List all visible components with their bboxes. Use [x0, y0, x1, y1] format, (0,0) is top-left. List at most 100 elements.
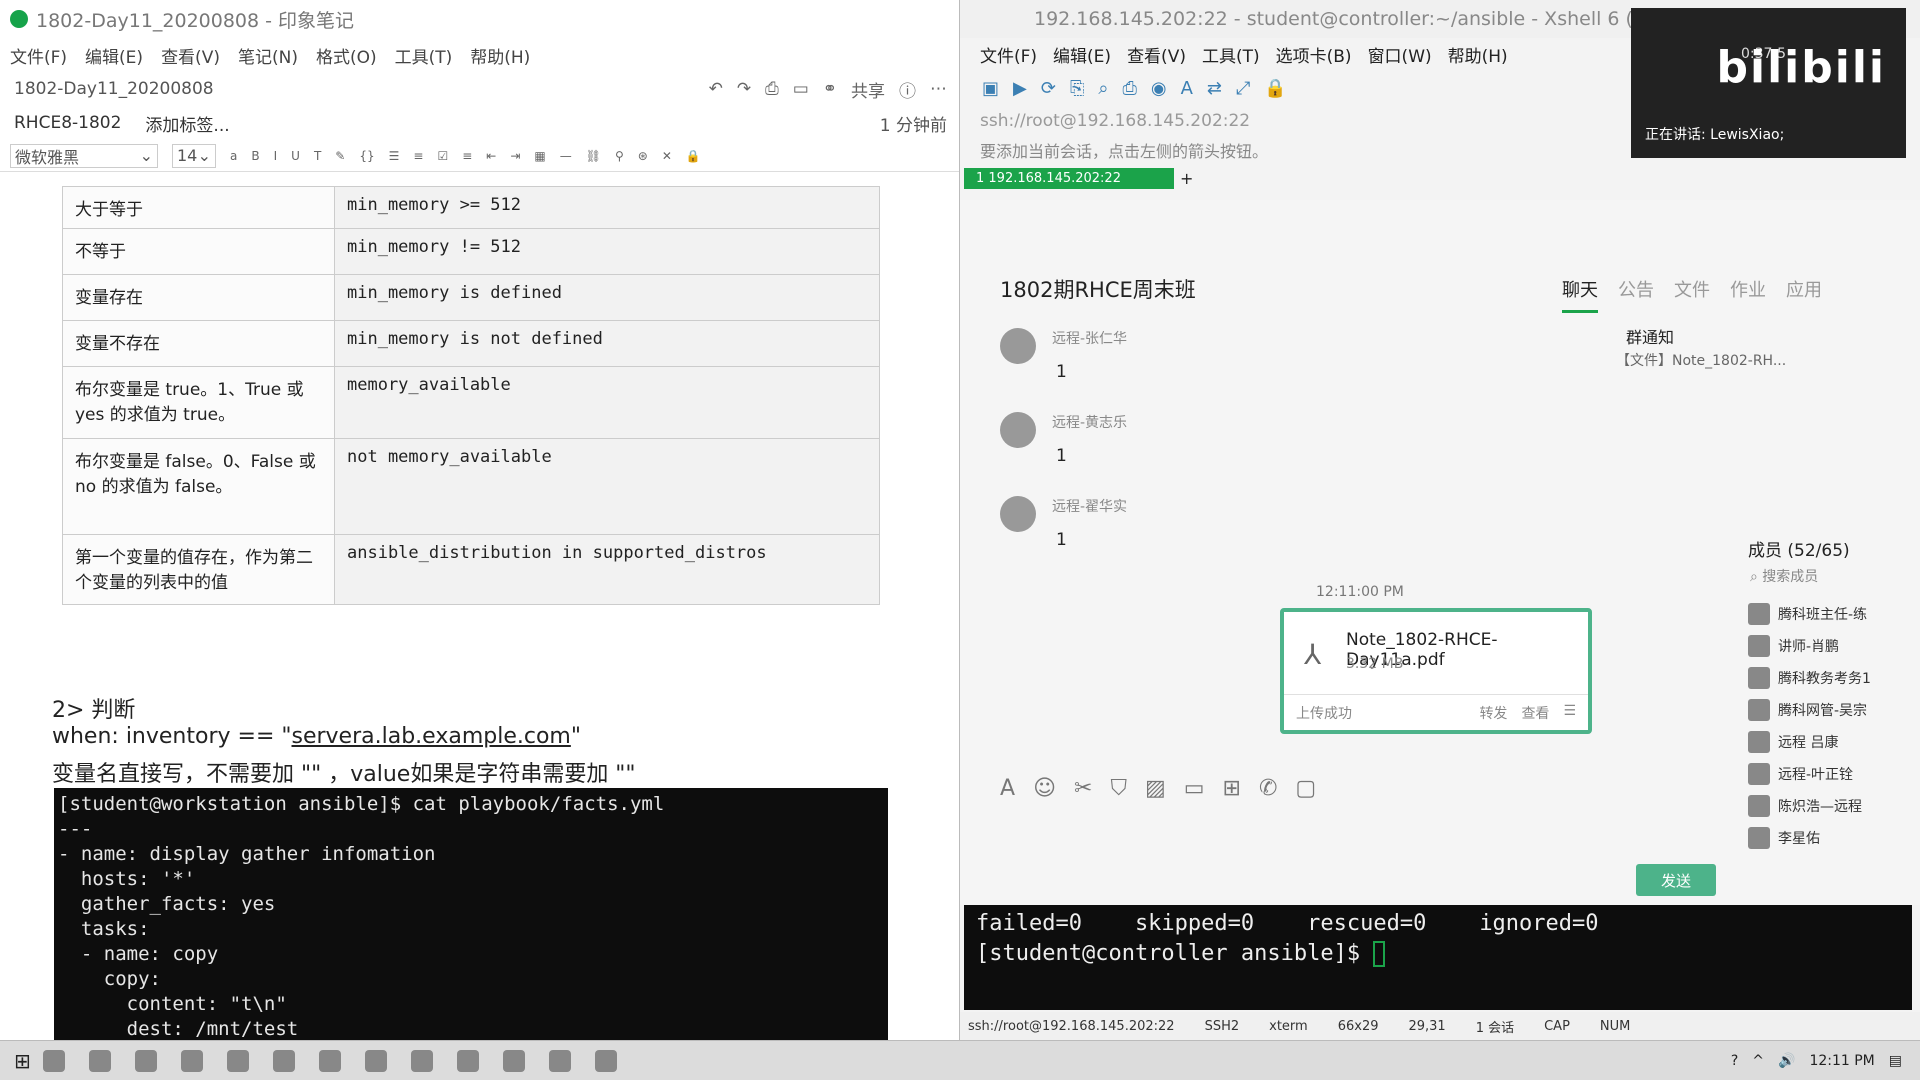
group-notice-title[interactable]: 群通知	[1626, 324, 1674, 348]
app-icon[interactable]	[456, 1049, 479, 1072]
transfer-icon[interactable]: ⇄	[1207, 78, 1222, 99]
open-icon[interactable]: ▶	[1013, 78, 1027, 99]
share-icon[interactable]: ⚭	[823, 79, 837, 99]
reconnect-icon[interactable]: ⟳	[1041, 78, 1056, 99]
align-icon[interactable]: ≡	[462, 149, 472, 163]
list-item[interactable]: 李星佑	[1748, 822, 1918, 854]
gift-icon[interactable]: ⊞	[1223, 776, 1241, 801]
find-icon[interactable]: ⌕	[1098, 78, 1108, 99]
clock[interactable]: 12:11 PM	[1809, 1053, 1874, 1069]
list-item[interactable]: 腾科网管-吴宗	[1748, 694, 1918, 726]
notebook-selector[interactable]: RHCE8-1802	[14, 113, 121, 133]
undo-icon[interactable]: ↶	[709, 79, 723, 99]
menu-note[interactable]: 笔记(N)	[238, 43, 298, 68]
copy-icon[interactable]: ⎘	[1070, 78, 1084, 99]
group-notice-file[interactable]: 【文件】Note_1802-RH...	[1616, 350, 1786, 370]
forward-button[interactable]: 转发	[1479, 703, 1507, 723]
tab-apps[interactable]: 应用	[1786, 276, 1822, 313]
table-icon[interactable]: ▦	[534, 149, 545, 163]
xmenu-tools[interactable]: 工具(T)	[1202, 42, 1260, 67]
outdent-icon[interactable]: ⇤	[486, 149, 496, 163]
menu-tools[interactable]: 工具(T)	[395, 43, 453, 68]
fullscreen-icon[interactable]: ⤢	[1236, 78, 1250, 99]
list-item[interactable]: 讲师-肖鹏	[1748, 630, 1918, 662]
app-icon[interactable]	[548, 1049, 571, 1072]
view-button[interactable]: 查看	[1521, 703, 1549, 723]
menu-icon[interactable]: ☰	[1563, 703, 1576, 723]
app-icon[interactable]	[226, 1049, 249, 1072]
font-icon[interactable]: A	[1181, 78, 1193, 99]
link-icon[interactable]: ⛓	[586, 149, 601, 163]
member-search-input[interactable]: ⌕ 搜索成员	[1750, 566, 1818, 586]
list-item[interactable]: 腾科班主任-练	[1748, 598, 1918, 630]
app-icon[interactable]	[318, 1049, 341, 1072]
notification-icon[interactable]: ▤	[1889, 1053, 1902, 1069]
add-tab-icon[interactable]: +	[1180, 169, 1193, 188]
inventory-link[interactable]: servera.lab.example.com	[292, 724, 571, 749]
font-icon[interactable]: A	[1000, 776, 1015, 801]
more-icon[interactable]: ⋯	[930, 79, 947, 99]
print-icon[interactable]: ⎙	[1122, 78, 1136, 99]
app-icon[interactable]	[594, 1049, 617, 1072]
app-icon[interactable]	[364, 1049, 387, 1072]
start-icon[interactable]: ⊞	[14, 1049, 31, 1073]
app-icon[interactable]	[88, 1049, 111, 1072]
info-icon[interactable]: ⓘ	[899, 77, 916, 102]
list-item[interactable]: 陈炽浩—远程	[1748, 790, 1918, 822]
menu-file[interactable]: 文件(F)	[10, 43, 67, 68]
shield-icon[interactable]: ⛉	[1110, 776, 1127, 801]
highlight-icon[interactable]: ✎	[335, 149, 345, 163]
code-icon[interactable]: {}	[359, 149, 374, 163]
tab-files[interactable]: 文件	[1674, 276, 1710, 313]
screen-icon[interactable]: ▢	[1295, 776, 1316, 801]
app-icon[interactable]	[410, 1049, 433, 1072]
file-message-card[interactable]: ⅄ Note_1802-RHCE-Day11a.pdf 3.32 MB 上传成功…	[1280, 608, 1592, 734]
xmenu-tabs[interactable]: 选项卡(B)	[1276, 42, 1352, 67]
list-item[interactable]: 远程 吕康	[1748, 726, 1918, 758]
folder-icon[interactable]: ▭	[1184, 776, 1205, 801]
font-family-select[interactable]: 微软雅黑 ⌄	[10, 143, 158, 168]
avatar[interactable]	[1000, 328, 1036, 364]
bullet-list-icon[interactable]: ☰	[389, 149, 400, 163]
print-icon[interactable]: ⎙	[765, 79, 779, 99]
app-icon[interactable]	[272, 1049, 295, 1072]
checkbox-icon[interactable]: ☑	[437, 149, 448, 163]
numbered-list-icon[interactable]: ≡	[413, 149, 423, 163]
share-button[interactable]: 共享	[851, 77, 885, 102]
task-view-icon[interactable]	[42, 1049, 65, 1072]
menu-view[interactable]: 查看(V)	[161, 43, 220, 68]
bold-icon[interactable]: B	[251, 149, 259, 163]
underline-icon[interactable]: U	[291, 149, 300, 163]
xmenu-window[interactable]: 窗口(W)	[1368, 42, 1432, 67]
phone-icon[interactable]: ✆	[1259, 776, 1277, 801]
italic-icon[interactable]: I	[274, 149, 278, 163]
avatar[interactable]	[1000, 412, 1036, 448]
avatar[interactable]	[1000, 496, 1036, 532]
session-tab[interactable]: 1 192.168.145.202:22	[964, 167, 1174, 189]
volume-icon[interactable]: 🔊	[1778, 1053, 1795, 1069]
strikethrough-icon[interactable]: T	[314, 149, 321, 163]
menu-help[interactable]: 帮助(H)	[470, 43, 530, 68]
indent-icon[interactable]: ⇥	[510, 149, 520, 163]
redo-icon[interactable]: ↷	[737, 79, 751, 99]
scissors-icon[interactable]: ✂	[1074, 776, 1092, 801]
font-size-select[interactable]: 14 ⌄	[172, 143, 216, 168]
note-body[interactable]: 大于等于 min_memory >= 512 不等于 min_memory !=…	[0, 186, 959, 1040]
clear-format-icon[interactable]: ✕	[662, 149, 672, 163]
xmenu-edit[interactable]: 编辑(E)	[1053, 42, 1111, 67]
add-tag-field[interactable]: 添加标签...	[145, 111, 229, 136]
globe-icon[interactable]: ◉	[1151, 78, 1167, 99]
xshell-terminal[interactable]: failed=0 skipped=0 rescued=0 ignored=0 […	[964, 905, 1912, 1010]
list-item[interactable]: 远程-叶正铨	[1748, 758, 1918, 790]
help-icon[interactable]: ?	[1731, 1053, 1738, 1069]
tab-announcement[interactable]: 公告	[1618, 276, 1654, 313]
app-icon[interactable]	[502, 1049, 525, 1072]
app-icon[interactable]	[134, 1049, 157, 1072]
tab-homework[interactable]: 作业	[1730, 276, 1766, 313]
xmenu-view[interactable]: 查看(V)	[1127, 42, 1186, 67]
app-icon[interactable]	[180, 1049, 203, 1072]
present-icon[interactable]: ▭	[793, 79, 809, 99]
lock-icon[interactable]: 🔒	[1264, 78, 1286, 99]
attachment-icon[interactable]: ⚲	[615, 149, 624, 163]
font-color-icon[interactable]: a	[230, 149, 237, 163]
